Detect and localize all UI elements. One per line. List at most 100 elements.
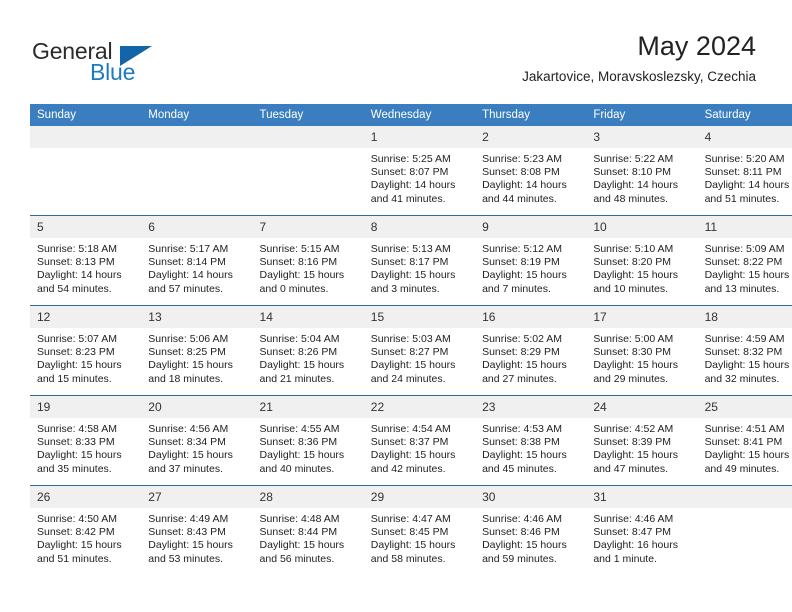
calendar-day-cell[interactable]: 11 Sunrise: 5:09 AM Sunset: 8:22 PM Dayligh…: [697, 215, 792, 306]
day-number: 7: [252, 216, 364, 238]
calendar-day-cell[interactable]: 7 Sunrise: 5:15 AM Sunset: 8:16 PM Daylight…: [252, 215, 364, 306]
calendar-day-cell[interactable]: 6 Sunrise: 5:17 AM Sunset: 8:14 PM Daylight…: [141, 215, 253, 306]
sunset-text: Sunset: 8:07 PM: [370, 166, 449, 179]
daylight-text-line2: and 41 minutes.: [370, 192, 446, 205]
daylight-text-line2: and 21 minutes.: [259, 372, 335, 385]
day-details: Sunrise: 4:53 AM Sunset: 8:38 PM Daylight:…: [475, 418, 586, 476]
daylight-text-line1: Daylight: 15 hours: [704, 449, 790, 462]
calendar-day-cell[interactable]: 12 Sunrise: 5:07 AM Sunset: 8:23 PM Dayligh…: [30, 305, 142, 396]
sunset-text: Sunset: 8:47 PM: [593, 526, 671, 539]
calendar-day-cell-empty: [697, 485, 792, 575]
sunrise-text: Sunrise: 4:58 AM: [37, 423, 117, 435]
calendar-day-cell[interactable]: 28 Sunrise: 4:48 AM Sunset: 8:44 PM Dayligh…: [252, 485, 364, 575]
calendar-day-cell[interactable]: 3 Sunrise: 5:22 AM Sunset: 8:10 PM Daylight…: [586, 126, 698, 216]
calendar-day-cell[interactable]: 22 Sunrise: 4:54 AM Sunset: 8:37 PM Dayligh…: [363, 395, 476, 486]
daylight-text-line1: Daylight: 15 hours: [482, 269, 567, 282]
sunset-text: Sunset: 8:39 PM: [593, 436, 671, 449]
sunset-text: Sunset: 8:43 PM: [148, 526, 226, 539]
sunrise-text: Sunrise: 5:07 AM: [37, 333, 117, 345]
day-number: 13: [141, 306, 253, 328]
day-number: [697, 486, 792, 508]
calendar-day-cell[interactable]: 15 Sunrise: 5:03 AM Sunset: 8:27 PM Dayligh…: [363, 305, 476, 396]
calendar-day-cell[interactable]: 29 Sunrise: 4:47 AM Sunset: 8:45 PM Dayligh…: [363, 485, 476, 575]
calendar-week-row: 12 Sunrise: 5:07 AM Sunset: 8:23 PM Dayligh…: [30, 305, 792, 396]
sunset-text: Sunset: 8:14 PM: [148, 256, 226, 269]
weekday-header-thursday: Thursday: [475, 104, 587, 126]
day-details: Sunrise: 5:15 AM Sunset: 8:16 PM Daylight:…: [253, 238, 364, 296]
calendar-day-cell[interactable]: 16 Sunrise: 5:02 AM Sunset: 8:29 PM Dayligh…: [475, 305, 587, 396]
day-details: Sunrise: 5:00 AM Sunset: 8:30 PM Daylight:…: [586, 328, 697, 386]
calendar-day-cell[interactable]: 20 Sunrise: 4:56 AM Sunset: 8:34 PM Dayligh…: [141, 395, 253, 486]
sunset-text: Sunset: 8:22 PM: [704, 256, 783, 269]
day-number: 14: [252, 306, 364, 328]
sunset-text: Sunset: 8:16 PM: [259, 256, 338, 269]
calendar-day-cell[interactable]: 9 Sunrise: 5:12 AM Sunset: 8:19 PM Daylight…: [475, 215, 587, 306]
calendar-day-cell-empty: [30, 126, 142, 216]
day-number: 18: [697, 306, 792, 328]
calendar-day-cell[interactable]: 8 Sunrise: 5:13 AM Sunset: 8:17 PM Daylight…: [363, 215, 476, 306]
sunset-text: Sunset: 8:17 PM: [370, 256, 449, 269]
daylight-text-line1: Daylight: 16 hours: [593, 539, 678, 552]
day-number: 17: [586, 306, 698, 328]
calendar-day-cell[interactable]: 25 Sunrise: 4:51 AM Sunset: 8:41 PM Dayligh…: [697, 395, 792, 486]
daylight-text-line2: and 3 minutes.: [370, 282, 440, 295]
weekday-header-monday: Monday: [141, 104, 253, 126]
calendar-day-cell[interactable]: 14 Sunrise: 5:04 AM Sunset: 8:26 PM Dayligh…: [252, 305, 364, 396]
calendar-day-cell[interactable]: 27 Sunrise: 4:49 AM Sunset: 8:43 PM Dayligh…: [141, 485, 253, 575]
day-details: Sunrise: 5:10 AM Sunset: 8:20 PM Daylight:…: [586, 238, 697, 296]
calendar-header-row: Sunday Monday Tuesday Wednesday Thursday Frid…: [30, 104, 792, 126]
calendar-week-row: 26 Sunrise: 4:50 AM Sunset: 8:42 PM Dayligh…: [30, 485, 792, 575]
calendar-day-cell-empty: [141, 126, 253, 216]
daylight-text-line1: Daylight: 15 hours: [593, 359, 678, 372]
day-number: 27: [141, 486, 253, 508]
page-header: General Blue May 2024 Jakartovice, Morav…: [0, 0, 792, 104]
day-number: 30: [475, 486, 587, 508]
calendar-day-cell[interactable]: 10 Sunrise: 5:10 AM Sunset: 8:20 PM Dayligh…: [586, 215, 698, 306]
sunrise-text: Sunrise: 5:02 AM: [482, 333, 563, 345]
sunrise-text: Sunrise: 4:52 AM: [593, 423, 674, 435]
calendar-day-cell[interactable]: 19 Sunrise: 4:58 AM Sunset: 8:33 PM Dayligh…: [30, 395, 142, 486]
calendar-day-cell[interactable]: 13 Sunrise: 5:06 AM Sunset: 8:25 PM Dayligh…: [141, 305, 253, 396]
day-number: 3: [586, 126, 698, 148]
calendar-day-cell[interactable]: 30 Sunrise: 4:46 AM Sunset: 8:46 PM Dayligh…: [475, 485, 587, 575]
calendar-day-cell[interactable]: 2 Sunrise: 5:23 AM Sunset: 8:08 PM Daylight…: [475, 126, 587, 216]
sunrise-text: Sunrise: 5:18 AM: [37, 243, 117, 255]
sunset-text: Sunset: 8:45 PM: [370, 526, 449, 539]
daylight-text-line1: Daylight: 14 hours: [482, 179, 567, 192]
daylight-text-line2: and 13 minutes.: [704, 282, 780, 295]
calendar-day-cell[interactable]: 26 Sunrise: 4:50 AM Sunset: 8:42 PM Dayligh…: [30, 485, 142, 575]
day-number: 26: [30, 486, 142, 508]
weekday-header-saturday: Saturday: [697, 104, 792, 126]
sunrise-text: Sunrise: 5:00 AM: [593, 333, 674, 345]
sunrise-text: Sunrise: 4:51 AM: [704, 423, 785, 435]
day-details: Sunrise: 4:46 AM Sunset: 8:46 PM Daylight:…: [475, 508, 586, 566]
sunrise-text: Sunrise: 5:10 AM: [593, 243, 674, 255]
calendar-day-cell[interactable]: 18 Sunrise: 4:59 AM Sunset: 8:32 PM Dayligh…: [697, 305, 792, 396]
day-number: 5: [30, 216, 142, 238]
calendar-day-cell[interactable]: 17 Sunrise: 5:00 AM Sunset: 8:30 PM Dayligh…: [586, 305, 698, 396]
calendar-day-cell[interactable]: 23 Sunrise: 4:53 AM Sunset: 8:38 PM Dayligh…: [475, 395, 587, 486]
daylight-text-line2: and 10 minutes.: [593, 282, 669, 295]
calendar-day-cell[interactable]: 5 Sunrise: 5:18 AM Sunset: 8:13 PM Daylight…: [30, 215, 142, 306]
calendar-day-cell[interactable]: 24 Sunrise: 4:52 AM Sunset: 8:39 PM Dayligh…: [586, 395, 698, 486]
day-details: Sunrise: 4:52 AM Sunset: 8:39 PM Daylight:…: [586, 418, 697, 476]
sunrise-text: Sunrise: 5:03 AM: [370, 333, 451, 345]
calendar-day-cell[interactable]: 31 Sunrise: 4:46 AM Sunset: 8:47 PM Dayligh…: [586, 485, 698, 575]
daylight-text-line2: and 49 minutes.: [704, 462, 780, 475]
daylight-text-line2: and 7 minutes.: [482, 282, 551, 295]
sunset-text: Sunset: 8:13 PM: [37, 256, 115, 269]
page-title: May 2024: [637, 31, 756, 61]
sunset-text: Sunset: 8:23 PM: [37, 346, 115, 359]
calendar-day-cell[interactable]: 21 Sunrise: 4:55 AM Sunset: 8:36 PM Dayligh…: [252, 395, 364, 486]
daylight-text-line1: Daylight: 15 hours: [37, 449, 122, 462]
calendar-day-cell[interactable]: 1 Sunrise: 5:25 AM Sunset: 8:07 PM Daylight…: [363, 126, 476, 216]
calendar-week-row: 1 Sunrise: 5:25 AM Sunset: 8:07 PM Daylight…: [30, 126, 792, 216]
sunrise-text: Sunrise: 4:46 AM: [482, 513, 563, 525]
day-details: Sunrise: 4:55 AM Sunset: 8:36 PM Daylight:…: [253, 418, 364, 476]
daylight-text-line2: and 44 minutes.: [482, 192, 557, 205]
calendar-day-cell[interactable]: 4 Sunrise: 5:20 AM Sunset: 8:11 PM Daylight…: [697, 126, 792, 216]
sunrise-text: Sunrise: 5:25 AM: [370, 153, 451, 165]
daylight-text-line1: Daylight: 15 hours: [37, 539, 122, 552]
sunset-text: Sunset: 8:34 PM: [148, 436, 226, 449]
sunrise-text: Sunrise: 4:48 AM: [259, 513, 340, 525]
